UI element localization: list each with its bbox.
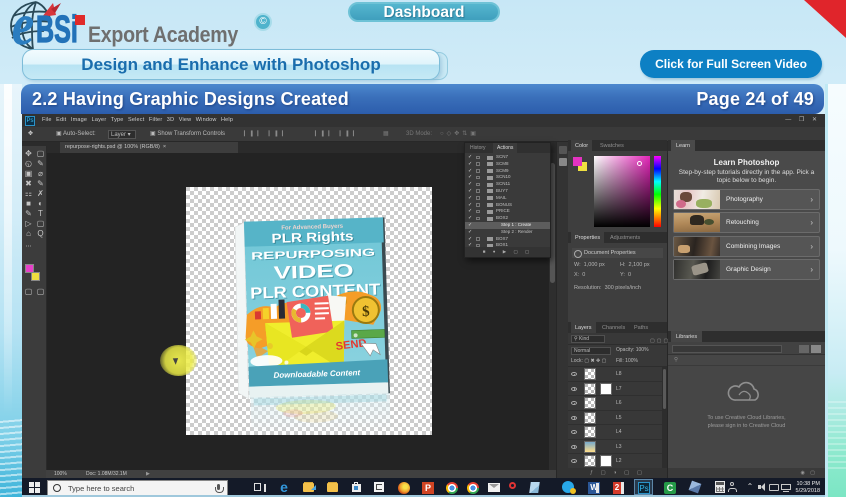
svg-text:PLR Rights: PLR Rights [271,228,353,246]
svg-text:VIDEO: VIDEO [273,260,354,283]
svg-text:$: $ [362,304,370,320]
